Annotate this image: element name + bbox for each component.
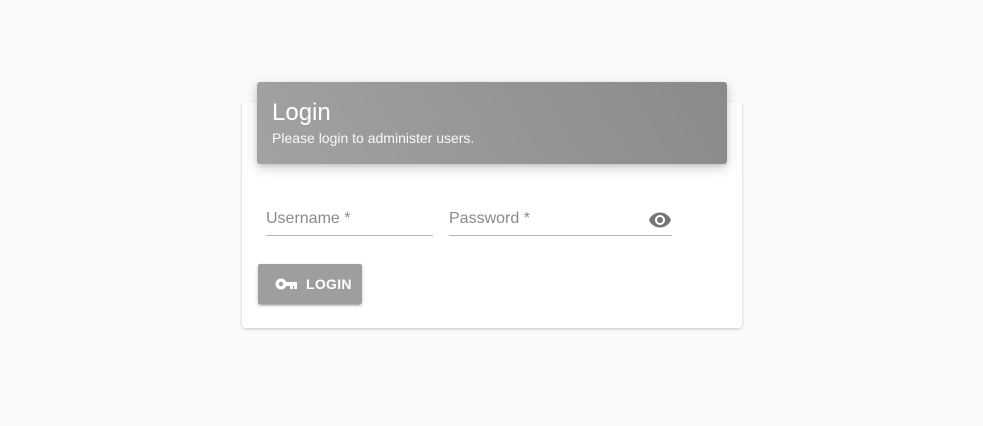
username-input[interactable] — [266, 207, 433, 231]
login-card-header: Login Please login to administer users. — [257, 82, 727, 164]
login-button[interactable]: LOGIN — [258, 264, 362, 304]
card-subtitle: Please login to administer users. — [272, 130, 475, 146]
password-input[interactable] — [449, 207, 629, 231]
password-field — [449, 207, 672, 236]
password-underline — [449, 235, 672, 236]
card-title: Login — [272, 99, 331, 126]
username-field — [266, 207, 433, 236]
eye-icon[interactable] — [648, 208, 672, 232]
key-icon — [275, 278, 297, 290]
login-button-label: LOGIN — [306, 276, 352, 292]
username-underline — [266, 235, 433, 236]
login-page: Login Please login to administer users. … — [0, 0, 983, 426]
